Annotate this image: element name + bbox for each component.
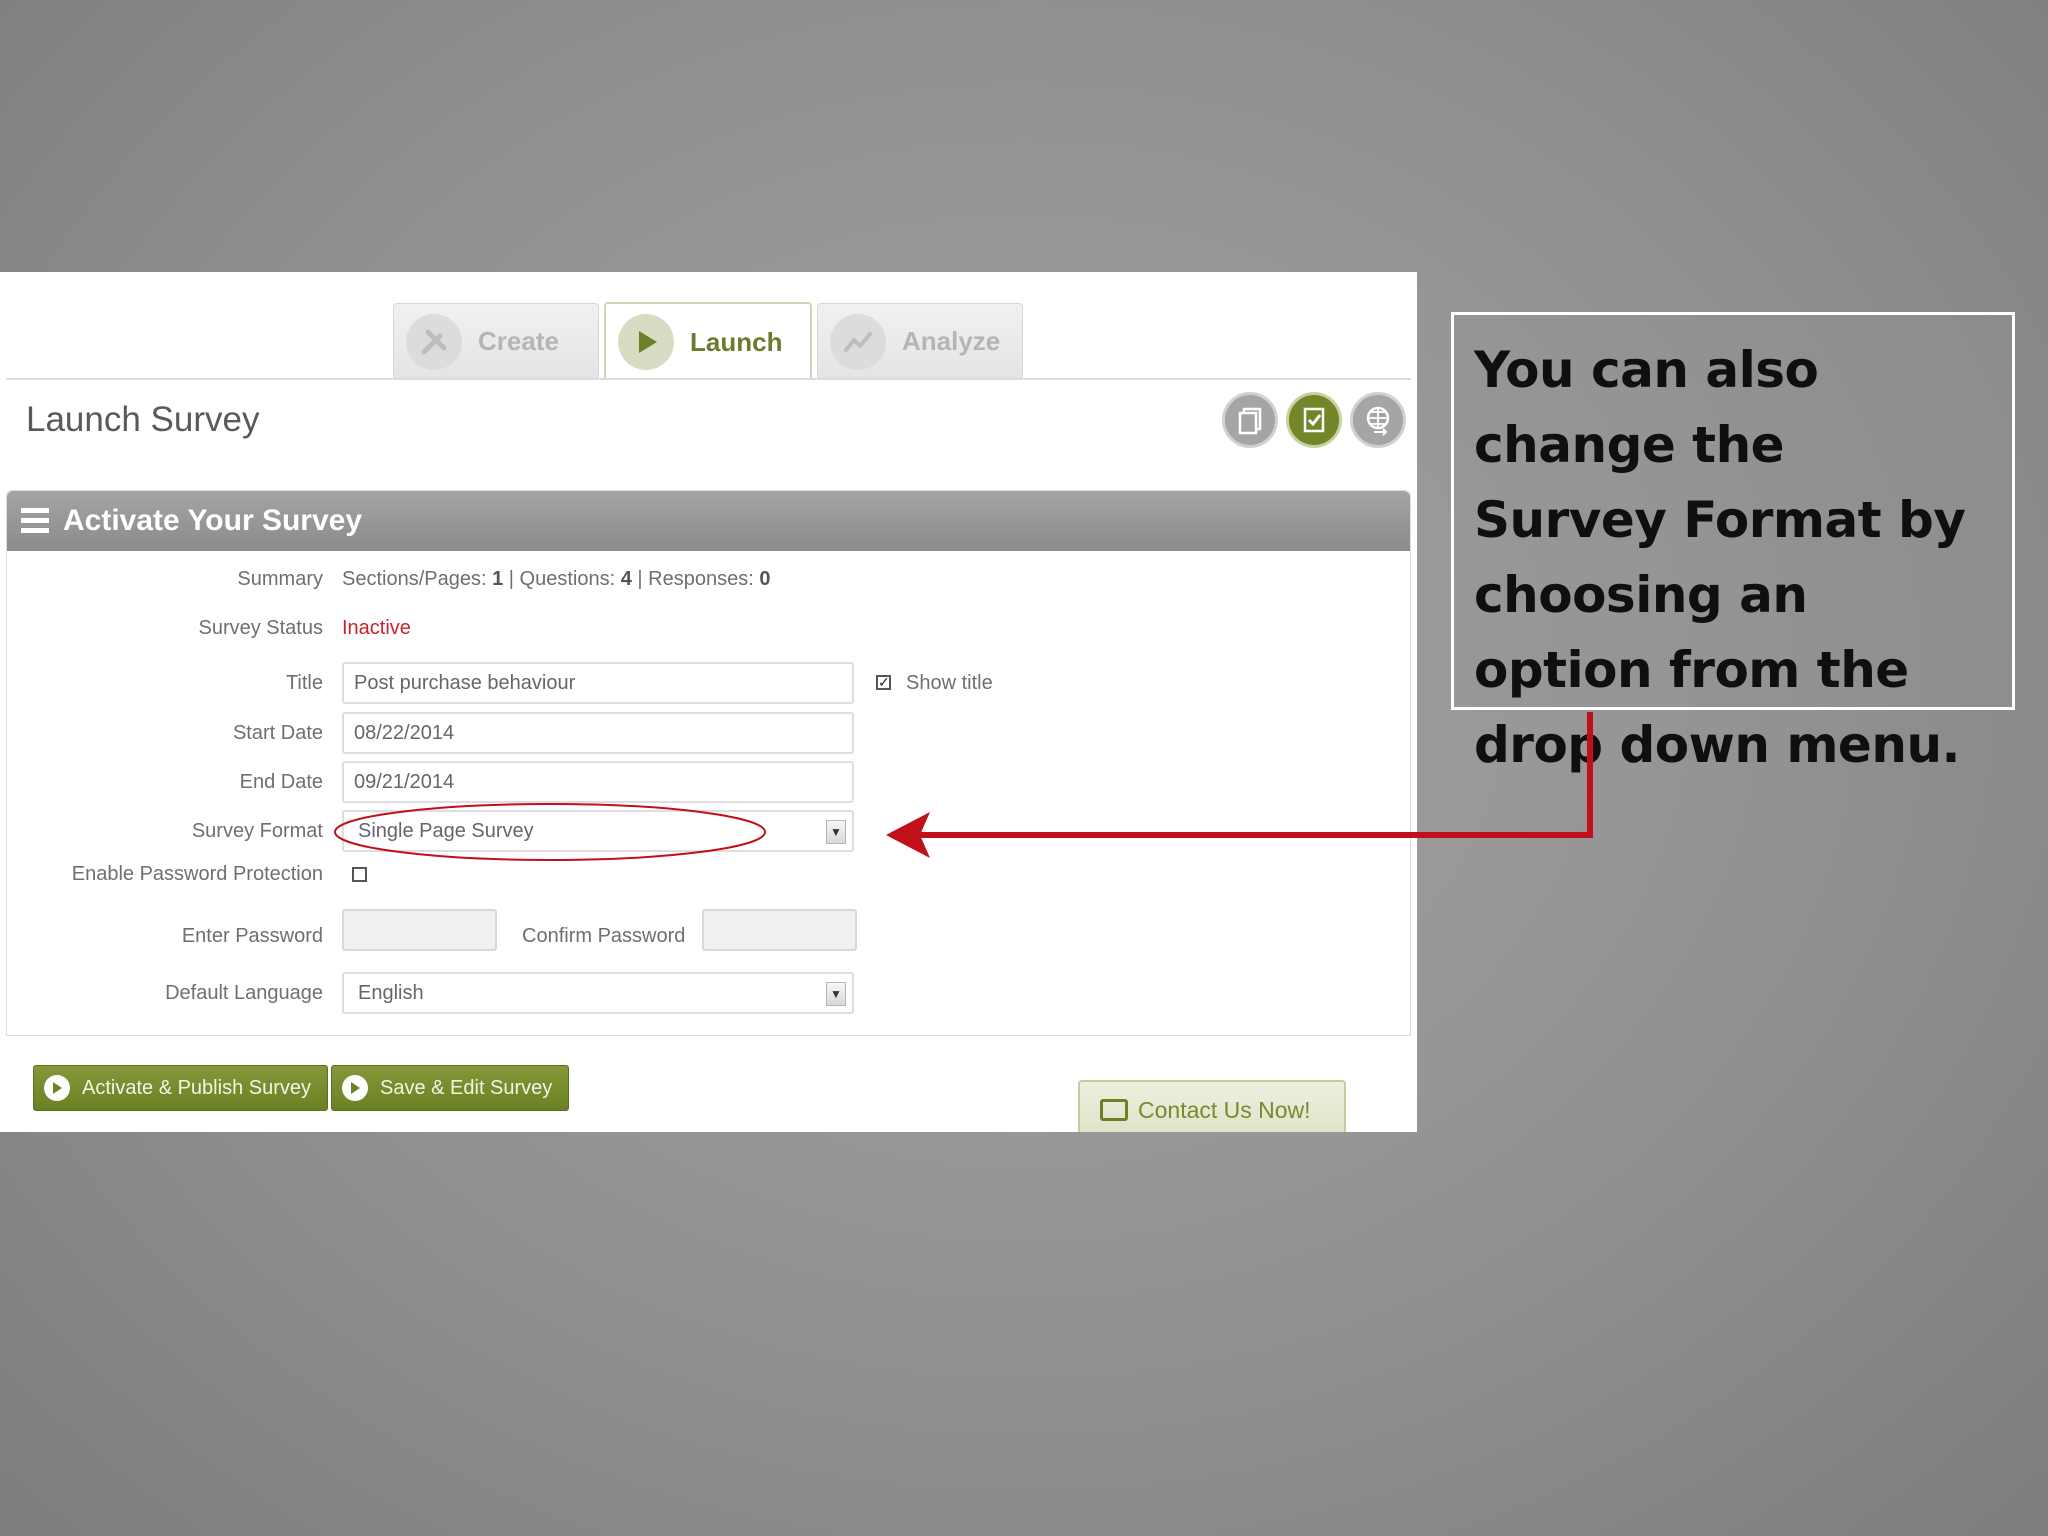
tab-analyze[interactable]: Analyze — [817, 303, 1023, 379]
survey-status-label: Survey Status — [198, 617, 323, 639]
title-input[interactable]: Post purchase behaviour — [342, 662, 854, 704]
enter-password-input[interactable] — [342, 909, 497, 951]
chevron-down-icon[interactable]: ▼ — [826, 820, 846, 844]
launch-survey-button[interactable] — [1286, 392, 1342, 448]
annotation-callout: You can also change the Survey Format by… — [1451, 312, 2015, 774]
save-edit-label: Save & Edit Survey — [380, 1076, 553, 1099]
default-language-label: Default Language — [165, 982, 323, 1004]
contact-us-button[interactable]: Contact Us Now! — [1078, 1080, 1346, 1132]
copy-icon — [1238, 407, 1262, 435]
activate-publish-label: Activate & Publish Survey — [82, 1076, 311, 1099]
menu-icon — [21, 508, 49, 534]
survey-status-value: Inactive — [342, 617, 411, 639]
copy-survey-button[interactable] — [1222, 392, 1278, 448]
title-label: Title — [285, 672, 323, 694]
tab-bar: Create Launch Analyze — [0, 272, 1417, 380]
panel-title: Activate Your Survey — [63, 504, 363, 537]
default-language-value: English — [358, 982, 424, 1004]
tab-create[interactable]: Create — [393, 303, 599, 379]
tab-launch-label: Launch — [690, 326, 783, 357]
tab-analyze-label: Analyze — [902, 326, 1001, 356]
tab-launch[interactable]: Launch — [604, 302, 812, 380]
survey-app-screenshot: Create Launch Analyze Launch Survey Acti… — [0, 272, 1417, 1132]
save-edit-button[interactable]: Save & Edit Survey — [331, 1065, 570, 1111]
check-document-icon — [1303, 407, 1325, 433]
tab-create-label: Create — [478, 326, 559, 356]
end-date-label: End Date — [239, 771, 323, 793]
play-icon — [618, 314, 674, 370]
activate-publish-button[interactable]: Activate & Publish Survey — [33, 1065, 328, 1111]
globe-icon — [1366, 406, 1390, 436]
summary-label: Summary — [237, 568, 323, 590]
show-title-checkbox[interactable]: ✓ — [876, 675, 891, 690]
play-icon — [44, 1075, 70, 1101]
password-protection-label: Enable Password Protection — [71, 863, 323, 885]
password-protection-checkbox[interactable] — [352, 867, 367, 882]
default-language-select[interactable]: English ▼ — [342, 972, 854, 1014]
chart-line-icon — [830, 313, 886, 370]
contact-us-label: Contact Us Now! — [1138, 1096, 1311, 1123]
panel-header: Activate Your Survey — [7, 491, 1410, 551]
start-date-label: Start Date — [232, 722, 323, 744]
survey-format-label: Survey Format — [191, 820, 323, 842]
tab-divider — [6, 378, 1411, 380]
show-title-label: Show title — [906, 672, 993, 694]
chevron-down-icon[interactable]: ▼ — [826, 982, 846, 1006]
end-date-input[interactable]: 09/21/2014 — [342, 761, 854, 803]
summary-value: Sections/Pages: 1 | Questions: 4 | Respo… — [342, 568, 771, 590]
confirm-password-input[interactable] — [702, 909, 857, 951]
tools-icon — [406, 313, 462, 370]
start-date-input[interactable]: 08/22/2014 — [342, 712, 854, 754]
play-icon — [342, 1075, 368, 1101]
enter-password-label: Enter Password — [181, 925, 323, 947]
survey-format-select[interactable]: Single Page Survey ▼ — [342, 810, 854, 852]
chat-bubble-icon — [1100, 1099, 1128, 1121]
survey-format-value: Single Page Survey — [358, 820, 534, 842]
page-title: Launch Survey — [26, 400, 260, 439]
confirm-password-label: Confirm Password — [522, 925, 686, 947]
web-link-button[interactable] — [1350, 392, 1406, 448]
